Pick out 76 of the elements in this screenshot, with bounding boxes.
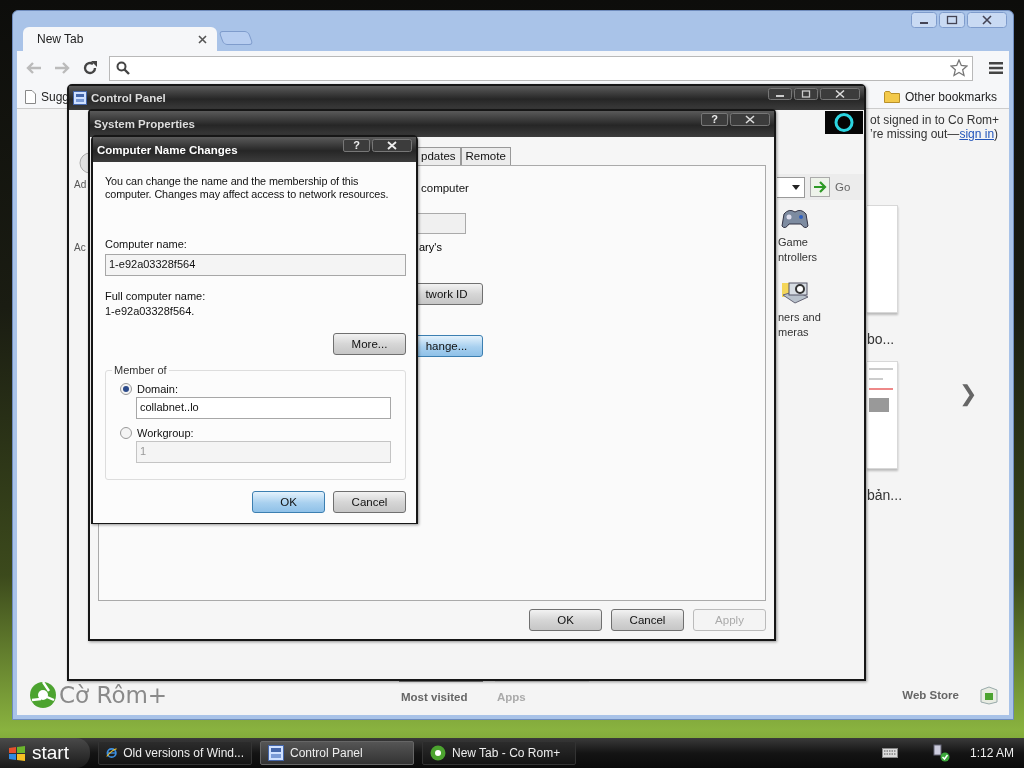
- help-button[interactable]: ?: [701, 113, 728, 126]
- logo-wordmark: Cờ Rôm+: [59, 682, 168, 708]
- close-icon[interactable]: [730, 113, 770, 126]
- search-icon: [116, 61, 130, 75]
- full-name-text: 1-e92a03328f564.: [105, 304, 196, 319]
- minimize-icon[interactable]: [768, 88, 792, 100]
- field-label: Computer name:: [105, 237, 188, 252]
- bookmark-link[interactable]: Other bookmarks: [904, 89, 997, 104]
- category-label[interactable]: Game ntrollers: [778, 235, 818, 265]
- category-label[interactable]: ners and meras: [778, 310, 821, 340]
- radio-button[interactable]: [120, 383, 132, 395]
- page-icon: [25, 89, 36, 104]
- sign-in-link[interactable]: sign in: [959, 127, 995, 141]
- description-text: computer: [420, 182, 469, 194]
- more-button[interactable]: More...: [333, 333, 406, 355]
- taskbar-button[interactable]: Old versions of Wind...: [98, 741, 252, 765]
- tab[interactable]: pdates: [416, 147, 461, 165]
- windows-logo-icon: [8, 745, 26, 761]
- web-store-link[interactable]: Web Store: [902, 689, 959, 701]
- address-dropdown[interactable]: [777, 176, 805, 198]
- logo-icon: [825, 111, 863, 134]
- button[interactable]: Cancel: [611, 609, 684, 631]
- taskbar-button[interactable]: Control Panel: [260, 741, 414, 765]
- store-icon[interactable]: [979, 685, 999, 705]
- go-button[interactable]: Go: [835, 181, 851, 193]
- folder-icon: [883, 90, 900, 103]
- globe-icon: [106, 745, 118, 761]
- tab[interactable]: Remote: [460, 147, 511, 165]
- button[interactable]: OK: [529, 609, 602, 631]
- help-button[interactable]: ?: [343, 139, 370, 152]
- text-field: 1: [136, 441, 391, 463]
- start-button[interactable]: start: [0, 738, 90, 768]
- network-icon[interactable]: [931, 744, 950, 762]
- window-title: Control Panel: [91, 92, 166, 104]
- thumbnail-title[interactable]: bản...: [867, 487, 903, 503]
- control-panel-icon: [73, 91, 87, 105]
- dialog-title: Computer Name Changes: [97, 143, 238, 156]
- field-label: Full computer name:: [105, 289, 207, 304]
- intro-text: You can change the name and the membership of this computer. Changes may affect access to network resources.: [105, 175, 390, 201]
- button[interactable]: OK: [252, 491, 325, 513]
- sign-in-text: ot signed in to Co Rom+: [870, 113, 1000, 127]
- close-icon[interactable]: [198, 34, 207, 44]
- taskbar-button[interactable]: New Tab - Co Rom+: [422, 741, 576, 765]
- minimize-icon[interactable]: [911, 12, 937, 28]
- caret-icon: [792, 184, 800, 190]
- maximize-icon[interactable]: [939, 12, 965, 28]
- logo-icon: [29, 681, 57, 709]
- control-panel-icon: [268, 745, 284, 761]
- sidebar-text[interactable]: Ad: [74, 179, 87, 190]
- arrow-icon[interactable]: [810, 177, 830, 197]
- address-field[interactable]: [109, 55, 973, 81]
- button: Apply: [693, 609, 766, 631]
- logo-icon: [430, 745, 446, 761]
- keyboard-icon[interactable]: [881, 748, 898, 758]
- window-title: System Properties: [94, 118, 195, 130]
- next-page-button[interactable]: ❯: [959, 381, 977, 407]
- close-icon[interactable]: [372, 139, 412, 152]
- close-icon[interactable]: [820, 88, 860, 100]
- group-label: Member of: [112, 364, 169, 376]
- sidebar-text[interactable]: Ac: [74, 242, 86, 253]
- close-icon[interactable]: [967, 12, 1007, 28]
- button[interactable]: Cancel: [333, 491, 406, 513]
- maximize-icon[interactable]: [794, 88, 818, 100]
- thumbnail-title[interactable]: bo...: [867, 331, 903, 347]
- computer-name-field[interactable]: 1-e92a03328f564: [105, 254, 406, 276]
- thumbnail-card[interactable]: [867, 205, 898, 313]
- clock: 1:12 AM: [969, 746, 1014, 760]
- radio-label[interactable]: Domain:: [137, 383, 178, 395]
- sign-in-text: ’re missing out—sign in): [870, 127, 1000, 141]
- text-field[interactable]: collabnet..lo: [136, 397, 391, 419]
- browser-tab[interactable]: New Tab: [23, 27, 217, 51]
- star-icon[interactable]: [950, 59, 968, 77]
- thumbnail-card[interactable]: [867, 361, 898, 469]
- owner-text: ary's: [418, 241, 442, 253]
- reload-icon[interactable]: [81, 59, 99, 77]
- menu-icon[interactable]: [989, 62, 1003, 74]
